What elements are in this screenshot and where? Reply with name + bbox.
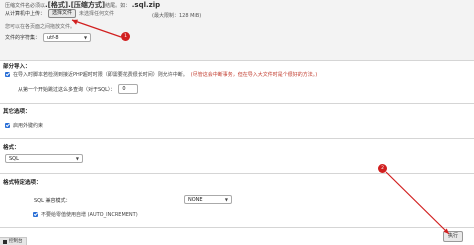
charset-select[interactable]: utf-8 ▼ bbox=[43, 33, 92, 42]
divider bbox=[0, 138, 474, 139]
foreign-key-label: 启用外键约束 bbox=[13, 123, 44, 129]
skip-queries-input[interactable]: 0 bbox=[118, 84, 139, 94]
divider bbox=[0, 173, 474, 174]
allow-interrupt-warning: (尽管这会中断事务，但在导入大文件时是个很好的方法。) bbox=[190, 72, 318, 78]
allow-interrupt-label: 在导入时脚本若检测到接近PHP超时时限（即需要花费很长时间）则允许中断。 bbox=[13, 72, 188, 78]
console-tab[interactable]: 控制台 bbox=[0, 237, 27, 245]
divider bbox=[0, 103, 474, 104]
auto-increment-row: 不要给零值使用自增 (AUTO_INCREMENT) bbox=[33, 211, 138, 218]
console-icon bbox=[3, 239, 7, 244]
other-options-title: 其它选项： bbox=[3, 109, 31, 115]
chevron-down-icon: ▼ bbox=[75, 156, 79, 161]
auto-increment-checkbox[interactable] bbox=[33, 212, 38, 217]
charset-row: 文件的字符集： utf-8 ▼ bbox=[5, 33, 92, 42]
annotation-arrow-2 bbox=[385, 171, 450, 235]
console-label: 控制台 bbox=[9, 239, 23, 244]
compat-mode-value: NONE bbox=[188, 196, 203, 203]
foreign-key-row: 启用外键约束 bbox=[5, 122, 43, 129]
charset-label: 文件的字符集： bbox=[5, 35, 41, 41]
compat-mode-select[interactable]: NONE ▼ bbox=[184, 195, 232, 204]
charset-value: utf-8 bbox=[47, 34, 59, 41]
compat-mode-label: SQL 兼容模式： bbox=[34, 198, 71, 204]
no-file-text: 未选择任何文件 bbox=[79, 11, 115, 17]
format-specific-title: 格式特定选项： bbox=[3, 180, 42, 186]
go-button[interactable]: 执行 bbox=[443, 231, 463, 242]
step-marker-2: 2 bbox=[378, 164, 387, 173]
hint-example: .sql.zip bbox=[131, 1, 161, 9]
divider bbox=[0, 60, 474, 61]
auto-increment-label: 不要给零值使用自增 (AUTO_INCREMENT) bbox=[41, 212, 138, 218]
skip-queries-label: 从第一个开始跳过这么多查询（对于SQL）： bbox=[18, 86, 116, 93]
chevron-down-icon: ▼ bbox=[224, 197, 228, 202]
format-title: 格式： bbox=[3, 145, 20, 151]
skip-queries-row: 从第一个开始跳过这么多查询（对于SQL）： 0 bbox=[18, 84, 139, 94]
allow-interrupt-row: 在导入时脚本若检测到接近PHP超时时限（即需要花费很长时间）则允许中断。 (尽管… bbox=[5, 71, 317, 78]
hint-ext: .[格式].[压缩方式] bbox=[45, 1, 106, 9]
upload-label: 从计算机中上传： bbox=[5, 11, 46, 17]
max-size-text: (最大限制：128 MiB) bbox=[152, 13, 202, 19]
format-value: SQL bbox=[9, 155, 19, 162]
compat-mode-row: SQL 兼容模式： bbox=[34, 197, 71, 204]
allow-interrupt-checkbox[interactable] bbox=[5, 72, 10, 77]
upload-file-row: 从计算机中上传： 选择文件 未选择任何文件 bbox=[5, 9, 114, 18]
partial-import-title: 部分导入： bbox=[3, 64, 31, 70]
choose-file-button[interactable]: 选择文件 bbox=[48, 9, 77, 18]
step-marker-1: 1 bbox=[121, 32, 130, 41]
upload-section: 压缩文件名必须以.[格式].[压缩方式]结尾。如： .sql.zip 从计算机中… bbox=[0, 0, 474, 60]
foreign-key-checkbox[interactable] bbox=[5, 123, 10, 128]
chevron-down-icon: ▼ bbox=[83, 35, 88, 40]
format-select[interactable]: SQL ▼ bbox=[5, 154, 83, 163]
divider bbox=[0, 227, 474, 228]
drag-drop-hint: 您可以在各页面之间拖放文件。 bbox=[5, 24, 76, 30]
